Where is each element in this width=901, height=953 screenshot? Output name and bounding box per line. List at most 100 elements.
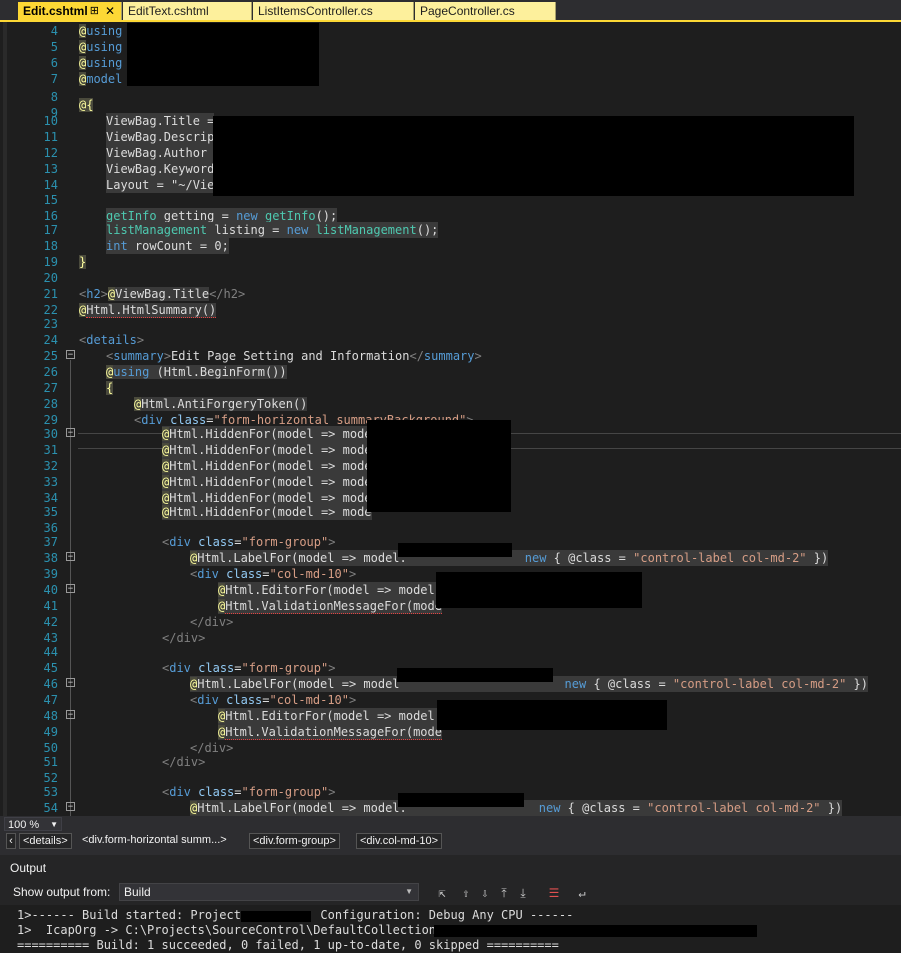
code-line: }: [79, 255, 87, 269]
code-line: @model: [79, 72, 130, 86]
tab-label: ListItemsController.cs: [258, 4, 373, 18]
code-line: @Html.ValidationMessageFor(mode: [218, 724, 442, 740]
line-number: 4: [50, 24, 58, 38]
find-message-in-code-icon[interactable]: ⇱: [434, 885, 450, 901]
redaction-box: [436, 572, 642, 608]
code-line: @{: [79, 98, 94, 112]
document-tab-bar: Edit.cshtml ⊞ ✕ EditText.cshtml ListItem…: [0, 0, 901, 22]
line-number: 53: [43, 785, 58, 799]
zoom-level-dropdown[interactable]: 100 % ▼: [4, 817, 62, 831]
line-number: 39: [43, 567, 58, 581]
chevron-left-icon[interactable]: ‹: [6, 833, 16, 849]
zoom-label: 100 %: [8, 819, 40, 831]
collapse-icon[interactable]: −: [66, 584, 75, 594]
redaction-box: [127, 23, 319, 86]
code-line: Layout = "~/View: [106, 177, 222, 193]
line-number: 11: [43, 130, 58, 144]
line-number: 51: [43, 755, 58, 769]
code-line: @using: [79, 24, 130, 38]
tab-label: Edit.cshtml: [23, 4, 88, 18]
toggle-word-wrap-icon[interactable]: ↵: [574, 885, 590, 901]
breadcrumb-item[interactable]: <div.form-horizontal summ...>: [79, 833, 230, 849]
code-line: @Html.EditorFor(model => model.F: [218, 708, 450, 724]
tab-pagecontroller[interactable]: PageController.cs: [415, 2, 556, 20]
collapse-icon[interactable]: −: [66, 802, 75, 812]
collapse-icon[interactable]: −: [66, 552, 75, 562]
collapse-icon[interactable]: −: [66, 428, 75, 438]
tab-label: PageController.cs: [420, 4, 515, 18]
line-number: 28: [43, 397, 58, 411]
go-to-previous-message-icon[interactable]: ⇧: [458, 885, 474, 901]
line-number: 19: [43, 255, 58, 269]
line-number: 8: [50, 90, 58, 104]
code-line: @Html.ValidationMessageFor(mode: [218, 598, 442, 614]
output-panel: Output Show output from: Build ▼ ⇱ ⇧ ⇩ ⤒ …: [0, 851, 901, 952]
tab-label: EditText.cshtml: [128, 4, 209, 18]
code-line: @Html.HiddenFor(model => mode: [162, 474, 372, 490]
line-number: 32: [43, 459, 58, 473]
code-line: ViewBag.Author =: [106, 145, 222, 161]
line-number: 12: [43, 146, 58, 160]
breadcrumb-item[interactable]: <details>: [19, 833, 72, 849]
code-line: @Html.HiddenFor(model => mode: [162, 504, 372, 520]
chevron-down-icon: ▼: [50, 820, 58, 829]
redaction-box: [367, 420, 511, 512]
previous-item-icon[interactable]: ⤒: [496, 885, 512, 901]
collapse-icon[interactable]: −: [66, 350, 75, 360]
code-line: <summary>Edit Page Setting and Informati…: [106, 349, 482, 363]
code-line: <details>: [79, 333, 145, 347]
tab-edittext-cshtml[interactable]: EditText.cshtml: [123, 2, 252, 20]
change-indicator-margin: [3, 22, 7, 816]
tab-listitemscontroller[interactable]: ListItemsController.cs: [253, 2, 414, 20]
breadcrumb-item[interactable]: <div.form-group>: [249, 833, 340, 849]
line-number: 25: [43, 349, 58, 363]
line-number: 35: [43, 505, 58, 519]
code-line: <div class="col-md-10">: [190, 567, 357, 581]
output-text-area[interactable]: 1>------ Build started: Project: Configu…: [0, 905, 901, 952]
breadcrumb: ‹ <details> <div.form-horizontal summ...…: [0, 832, 901, 851]
close-icon[interactable]: ✕: [105, 2, 115, 20]
output-line: 1> IcapOrg -> C:\Projects\SourceControl\…: [17, 923, 444, 937]
code-line: </div>: [162, 631, 206, 645]
code-line: @Html.HiddenFor(model => mode: [162, 458, 372, 474]
pin-icon[interactable]: ⊞: [90, 2, 99, 20]
tab-edit-cshtml[interactable]: Edit.cshtml ⊞ ✕: [18, 2, 122, 20]
line-number: 49: [43, 725, 58, 739]
code-line: </div>: [162, 755, 206, 769]
code-line: <div class="form-group">: [162, 785, 336, 799]
clear-all-icon[interactable]: ☰: [546, 885, 562, 901]
collapse-icon[interactable]: −: [66, 678, 75, 688]
code-line: {: [106, 381, 114, 395]
code-line: <div class="form-group">: [162, 535, 336, 549]
code-line: <div class="form-group">: [162, 661, 336, 675]
go-to-next-message-icon[interactable]: ⇩: [477, 885, 493, 901]
code-line: ViewBag.Descript: [106, 129, 222, 145]
output-line: ========== Build: 1 succeeded, 0 failed,…: [17, 938, 559, 952]
line-number: 30: [43, 427, 58, 441]
code-line: listManagement listing = new listManagem…: [106, 222, 439, 238]
editor-status-strip: 100 % ▼: [0, 816, 901, 832]
collapse-icon[interactable]: −: [66, 710, 75, 720]
line-number: 13: [43, 162, 58, 176]
redaction-box: [437, 700, 667, 730]
line-number: 23: [43, 317, 58, 331]
line-number: 24: [43, 333, 58, 347]
line-number: 44: [43, 645, 58, 659]
line-number: 5: [50, 40, 58, 54]
code-line: @Html.EditorFor(model => model.: [218, 582, 442, 598]
line-number: 47: [43, 693, 58, 707]
line-number: 27: [43, 381, 58, 395]
line-number: 45: [43, 661, 58, 675]
line-number: 46: [43, 677, 58, 691]
output-source-dropdown[interactable]: Build ▼: [119, 883, 419, 901]
breadcrumb-item[interactable]: <div.col-md-10>: [356, 833, 443, 849]
chevron-down-icon: ▼: [405, 887, 413, 896]
code-editor[interactable]: 4 5 6 7 8 9 10 11 12 13 14 15 16 17 18 1…: [0, 22, 901, 816]
line-number: 31: [43, 443, 58, 457]
next-item-icon[interactable]: ⤓: [515, 885, 531, 901]
line-number: 6: [50, 56, 58, 70]
line-number: 7: [50, 72, 58, 86]
line-number: 33: [43, 475, 58, 489]
line-number: 17: [43, 223, 58, 237]
show-output-from-label: Show output from:: [13, 885, 111, 899]
